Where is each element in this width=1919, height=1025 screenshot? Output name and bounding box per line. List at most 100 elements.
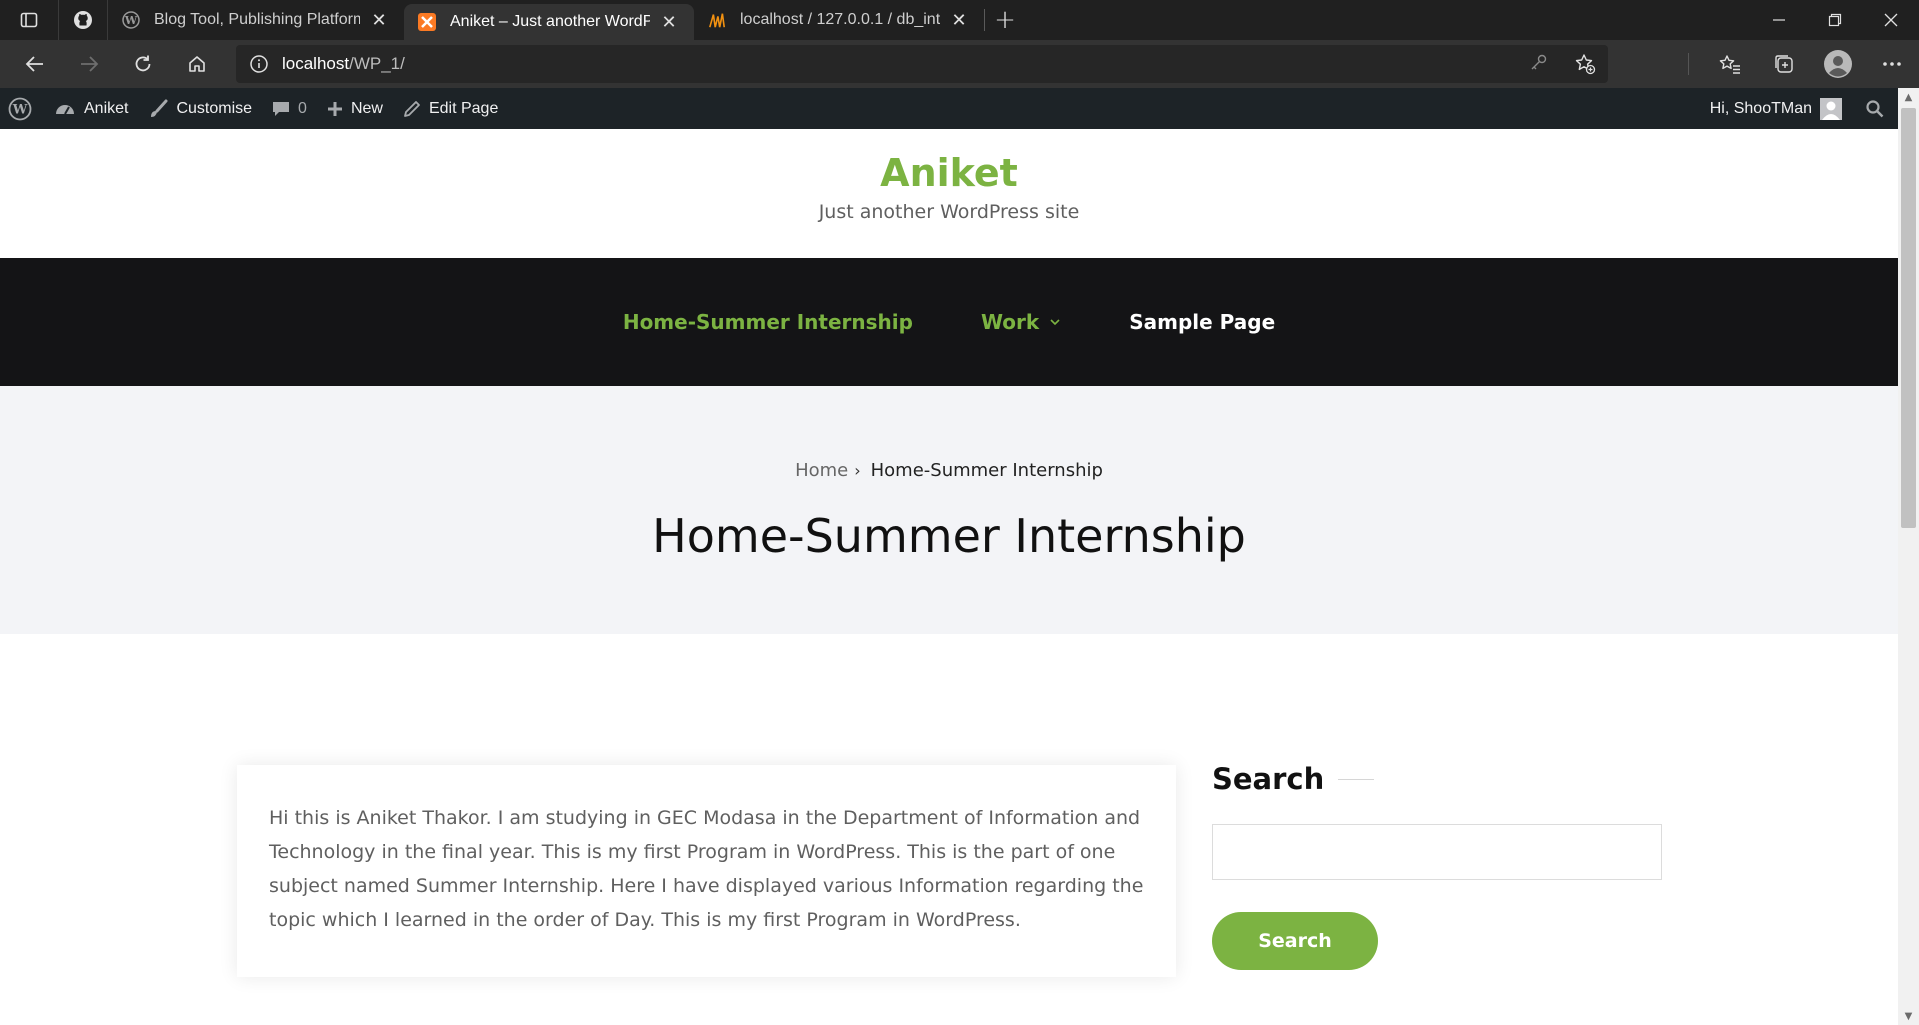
search-input[interactable] — [1212, 824, 1662, 880]
scroll-down-arrow-icon[interactable]: ▼ — [1898, 1007, 1919, 1025]
key-icon[interactable] — [1516, 53, 1562, 75]
search-button[interactable]: Search — [1212, 912, 1378, 970]
collections-button[interactable] — [1757, 40, 1811, 88]
close-tab-icon[interactable]: ✕ — [948, 9, 970, 31]
toolbar-divider — [1688, 53, 1689, 75]
edit-page-label: Edit Page — [428, 99, 499, 117]
user-avatar — [1820, 97, 1842, 120]
main-content-area: Hi this is Aniket Thakor. I am studying … — [0, 634, 1898, 1025]
paintbrush-icon — [148, 99, 168, 119]
tab-actions-button[interactable] — [0, 0, 58, 40]
comment-bubble-icon — [272, 100, 290, 118]
pinned-tab-github[interactable] — [58, 0, 108, 40]
page-title: Home-Summer Internship — [652, 509, 1246, 563]
new-label: New — [350, 99, 383, 117]
search-widget-title: Search — [1212, 762, 1662, 796]
breadcrumb-current: Home-Summer Internship — [870, 460, 1103, 481]
search-widget-title-text: Search — [1212, 762, 1325, 796]
my-account-menu[interactable]: Hi, ShooTMan — [1700, 88, 1852, 129]
address-bar[interactable]: localhost/WP_1/ — [236, 45, 1608, 83]
refresh-icon — [135, 55, 151, 72]
svg-text:W: W — [12, 102, 28, 117]
scroll-up-arrow-icon[interactable]: ▲ — [1898, 88, 1919, 106]
minimize-icon — [1773, 19, 1785, 21]
search-icon — [1866, 99, 1884, 117]
nav-item-label: Work — [980, 310, 1040, 334]
url-path: /WP_1/ — [349, 54, 405, 73]
back-arrow-icon — [25, 56, 43, 72]
wp-admin-bar: W Aniket Customise 0 New Edit Page Hi, S… — [0, 88, 1898, 129]
window-controls — [1751, 0, 1919, 40]
back-button[interactable] — [8, 40, 62, 88]
site-page: Aniket Just another WordPress site Home-… — [0, 129, 1898, 1025]
tab-actions-icon — [20, 12, 38, 28]
scrollbar-thumb[interactable] — [1901, 108, 1916, 528]
comments-count: 0 — [298, 99, 307, 117]
close-tab-icon[interactable]: ✕ — [658, 11, 680, 33]
primary-navigation: Home-Summer Internship Work Sample Page — [0, 258, 1898, 386]
url-text: localhost/WP_1/ — [282, 54, 405, 74]
url-host: localhost — [282, 54, 350, 73]
browser-tab-bar: W Blog Tool, Publishing Platform, and CM… — [0, 0, 1919, 40]
nav-item-sample-page[interactable]: Sample Page — [1129, 310, 1275, 334]
forward-button[interactable] — [62, 40, 116, 88]
title-underline — [1338, 778, 1375, 780]
favorites-button[interactable] — [1703, 40, 1757, 88]
close-icon — [1884, 13, 1898, 27]
wordpress-icon: W — [122, 11, 140, 29]
breadcrumb: Home › Home-Summer Internship — [0, 460, 1898, 481]
comments-link[interactable]: 0 — [262, 88, 317, 129]
minimize-button[interactable] — [1751, 0, 1807, 40]
add-favorite-icon[interactable] — [1562, 53, 1608, 75]
phpmyadmin-icon — [708, 11, 726, 29]
new-tab-button[interactable]: + — [985, 0, 1025, 40]
chevron-right-icon: › — [854, 461, 861, 480]
page-header: Home › Home-Summer Internship Home-Summe… — [0, 386, 1898, 634]
home-button[interactable] — [170, 40, 224, 88]
chevron-down-icon — [1049, 318, 1061, 326]
site-name-menu[interactable]: Aniket — [44, 88, 138, 129]
sidebar: Search Search — [1212, 762, 1662, 970]
customise-label: Customise — [176, 99, 253, 117]
close-window-button[interactable] — [1863, 0, 1919, 40]
page-content-card: Hi this is Aniket Thakor. I am studying … — [237, 765, 1176, 977]
browser-toolbar: localhost/WP_1/ — [0, 40, 1919, 88]
avatar-silhouette-icon — [1822, 101, 1840, 120]
profile-button[interactable] — [1811, 40, 1865, 88]
restore-button[interactable] — [1807, 0, 1863, 40]
edit-page-link[interactable]: Edit Page — [393, 88, 508, 129]
favorites-icon — [1719, 55, 1740, 74]
page-scrollbar[interactable]: ▲ ▼ — [1898, 88, 1919, 1025]
site-title[interactable]: Aniket — [0, 151, 1898, 195]
tab-phpmyadmin[interactable]: localhost / 127.0.0.1 / db_internship ✕ — [694, 0, 984, 40]
tab-wordpress-org[interactable]: W Blog Tool, Publishing Platform, and CM… — [108, 0, 404, 40]
wordpress-logo-icon: W — [8, 97, 32, 120]
nav-item-home-summer-internship[interactable]: Home-Summer Internship — [623, 310, 913, 334]
site-info-icon[interactable] — [236, 54, 282, 74]
greeting-label: Hi, ShooTMan — [1709, 99, 1812, 117]
restore-icon — [1828, 13, 1842, 27]
dashboard-gauge-icon — [54, 99, 76, 119]
nav-item-work[interactable]: Work — [981, 310, 1061, 334]
new-content-menu[interactable]: New — [317, 88, 393, 129]
pencil-icon — [403, 100, 421, 118]
tab-title: localhost / 127.0.0.1 / db_internship — [740, 11, 940, 28]
customise-link[interactable]: Customise — [138, 88, 262, 129]
breadcrumb-home-link[interactable]: Home — [795, 460, 848, 481]
wp-logo-menu[interactable]: W — [0, 88, 44, 129]
tab-title: Blog Tool, Publishing Platform, and CMS — [154, 11, 360, 28]
nav-item-label: Sample Page — [1129, 310, 1276, 334]
collections-icon — [1775, 55, 1793, 73]
page-body-text: Hi this is Aniket Thakor. I am studying … — [269, 807, 1144, 931]
close-tab-icon[interactable]: ✕ — [368, 9, 390, 31]
site-header: Aniket Just another WordPress site — [0, 129, 1898, 258]
settings-more-button[interactable] — [1865, 40, 1919, 88]
tab-aniket-site[interactable]: Aniket – Just another WordPress site ✕ — [404, 4, 694, 40]
site-name-label: Aniket — [84, 99, 129, 117]
home-icon — [189, 56, 205, 72]
xampp-icon — [418, 13, 436, 31]
refresh-button[interactable] — [116, 40, 170, 88]
plus-icon — [327, 101, 343, 117]
site-description: Just another WordPress site — [818, 201, 1080, 223]
admin-search-button[interactable] — [1852, 88, 1898, 129]
